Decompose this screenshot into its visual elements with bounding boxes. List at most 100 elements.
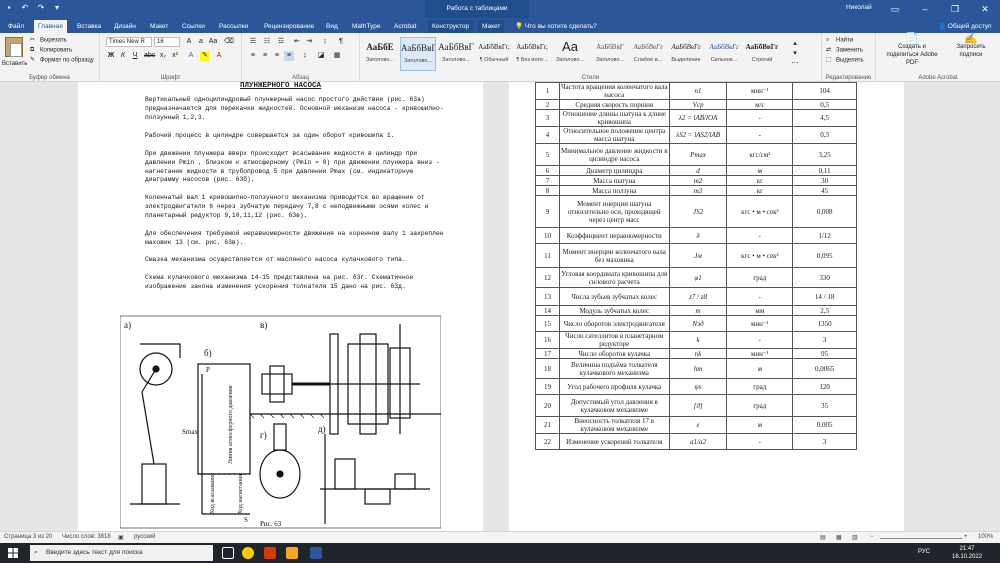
table-row[interactable]: 14 Модуль зубчатых колес m мм 2,5 <box>535 305 857 316</box>
maximize-button[interactable]: ❐ <box>940 0 970 18</box>
param-value[interactable]: 0,008 <box>792 195 857 228</box>
word-count[interactable]: Число слов: 3818 <box>62 534 111 540</box>
param-name[interactable]: Величина подъёма толкателя кулачкового м… <box>558 358 670 379</box>
text-effects-icon[interactable]: A <box>186 51 196 61</box>
replace-button[interactable]: ⇄ Заменить <box>826 46 863 55</box>
param-unit[interactable]: кгс • м • сек² <box>726 195 794 228</box>
italic-icon[interactable]: К <box>118 51 128 61</box>
paste-button[interactable]: Вставить <box>2 60 27 68</box>
param-value[interactable]: 120 <box>792 378 857 395</box>
param-symbol[interactable]: e <box>668 416 728 434</box>
param-name[interactable]: Угловая координата кривошипа для силовог… <box>558 267 670 288</box>
style-item[interactable]: АаБбВвГ Заголово... <box>400 37 436 71</box>
shrink-font-icon[interactable]: a <box>196 37 206 47</box>
table-row[interactable]: 3 Отношение длины шатуна к длине кривошип… <box>535 109 857 127</box>
param-value[interactable]: 3,25 <box>792 143 857 166</box>
row-number[interactable]: 16 <box>535 331 560 349</box>
param-symbol[interactable]: Pmax <box>668 143 728 166</box>
clock[interactable]: 21:47 16.10.2022 <box>952 545 982 561</box>
param-value[interactable]: 0,0065 <box>792 358 857 379</box>
param-unit[interactable]: - <box>726 227 794 244</box>
font-size-select[interactable]: 16 <box>154 37 180 47</box>
param-unit[interactable]: - <box>726 331 794 349</box>
shading-icon[interactable]: ◪ <box>316 51 326 61</box>
param-symbol[interactable]: z7 / z8 <box>668 287 728 306</box>
increase-indent-icon[interactable]: ⇥ <box>304 37 314 47</box>
param-unit[interactable]: м <box>726 165 794 176</box>
style-item[interactable]: АаБбВвГг Выделение <box>668 37 704 71</box>
param-symbol[interactable]: λ2 = lAB/lOA <box>668 109 728 127</box>
param-symbol[interactable]: Vср <box>668 99 728 110</box>
param-symbol[interactable]: hт <box>668 358 728 379</box>
table-row[interactable]: 20 Допустимый угол давления в кулачковом … <box>535 394 857 417</box>
table-row[interactable]: 15 Число оборотов электродвигателя Nэд мин⁻… <box>535 315 857 332</box>
tab-file[interactable]: Файл <box>4 20 28 33</box>
param-unit[interactable]: м <box>726 416 794 434</box>
style-item[interactable]: АаБбЕ Заголово... <box>362 37 398 71</box>
multilevel-icon[interactable]: ☲ <box>276 37 286 47</box>
underline-icon[interactable]: Ч <box>130 51 140 61</box>
param-name[interactable]: Число сателлитов в планетарном редукторе <box>558 331 670 349</box>
row-number[interactable]: 2 <box>535 99 560 110</box>
yandex-browser-icon[interactable] <box>242 547 254 559</box>
superscript-icon[interactable]: x² <box>170 51 180 61</box>
row-number[interactable]: 19 <box>535 378 560 395</box>
table-row[interactable]: 12 Угловая координата кривошипа для силов… <box>535 267 857 288</box>
file-explorer-icon[interactable] <box>286 547 298 559</box>
param-value[interactable]: 330 <box>792 267 857 288</box>
param-name[interactable]: Момент инерции шатуна относительно оси, … <box>558 195 670 228</box>
param-symbol[interactable]: m2 <box>668 175 728 186</box>
row-number[interactable]: 17 <box>535 348 560 359</box>
table-row[interactable]: 17 Число оборотов кулачка nk мин⁻¹ 95 <box>535 348 857 359</box>
param-symbol[interactable]: Nэд <box>668 315 728 332</box>
row-number[interactable]: 21 <box>535 416 560 434</box>
style-item[interactable]: АаБбВвГг Строгий <box>744 37 780 71</box>
tab-view[interactable]: Вид <box>322 20 342 33</box>
table-row[interactable]: 19 Угол рабочего профиля кулачка ψs град 120 <box>535 378 857 395</box>
borders-icon[interactable]: ▦ <box>332 51 342 61</box>
request-signatures-button[interactable]: ✍ Запросить подписи <box>946 34 996 59</box>
param-symbol[interactable]: n1 <box>668 82 728 100</box>
param-unit[interactable]: кгс • м • сек² <box>726 243 794 268</box>
tab-mailings[interactable]: Рассылки <box>215 20 252 33</box>
param-symbol[interactable]: λS2 = lAS2/lAB <box>668 126 728 144</box>
minimize-button[interactable]: – <box>910 0 940 18</box>
param-name[interactable]: Средняя скорость поршня <box>558 99 670 110</box>
tab-review[interactable]: Рецензирование <box>260 20 318 33</box>
tab-insert[interactable]: Вставка <box>73 20 105 33</box>
param-symbol[interactable]: m3 <box>668 185 728 196</box>
param-unit[interactable]: - <box>726 126 794 144</box>
row-number[interactable]: 12 <box>535 267 560 288</box>
param-name[interactable]: Допустимый угол давления в кулачковом ме… <box>558 394 670 417</box>
row-number[interactable]: 13 <box>535 287 560 306</box>
param-name[interactable]: Числа зубьев зубчатых колес <box>558 287 670 306</box>
param-symbol[interactable]: JS2 <box>668 195 728 228</box>
table-row[interactable]: 5 Минимальное давление жидкости в цилиндр… <box>535 143 857 166</box>
param-unit[interactable]: град <box>726 267 794 288</box>
redo-icon[interactable]: ↷ <box>36 3 46 13</box>
font-color-icon[interactable]: A <box>214 51 224 61</box>
row-number[interactable]: 4 <box>535 126 560 144</box>
table-row[interactable]: 10 Коэффициент неравномерности δ -1/12 <box>535 227 857 244</box>
param-value[interactable]: 0,3 <box>792 126 857 144</box>
find-button[interactable]: ⌕ Найти <box>826 36 853 45</box>
param-symbol[interactable]: [ϑ] <box>668 394 728 417</box>
tab-table-design[interactable]: Конструктор <box>428 20 474 33</box>
param-symbol[interactable]: k <box>668 331 728 349</box>
table-row[interactable]: 4 Относительное положение центра масса ша… <box>535 126 857 144</box>
font-name-select[interactable]: Times New R <box>106 37 152 47</box>
row-number[interactable]: 3 <box>535 109 560 127</box>
table-row[interactable]: 21 Внеосность толкателя 17 в кулачковом м… <box>535 416 857 434</box>
param-value[interactable]: 14 / 18 <box>792 287 857 306</box>
param-name[interactable]: Число оборотов кулачка <box>558 348 670 359</box>
row-number[interactable]: 18 <box>535 358 560 379</box>
param-symbol[interactable]: a1/a2 <box>668 433 728 450</box>
tab-home[interactable]: Главная <box>34 20 67 33</box>
copy-button[interactable]: ⧉ Копировать <box>30 46 72 55</box>
param-symbol[interactable]: δ <box>668 227 728 244</box>
param-name[interactable]: Масса ползуна <box>558 185 670 196</box>
style-item[interactable]: Аа Заголово... <box>552 37 588 71</box>
style-item[interactable]: АаБбВвГг Слабое в... <box>630 37 666 71</box>
input-language[interactable]: РУС <box>918 549 930 555</box>
decrease-indent-icon[interactable]: ⇤ <box>292 37 302 47</box>
